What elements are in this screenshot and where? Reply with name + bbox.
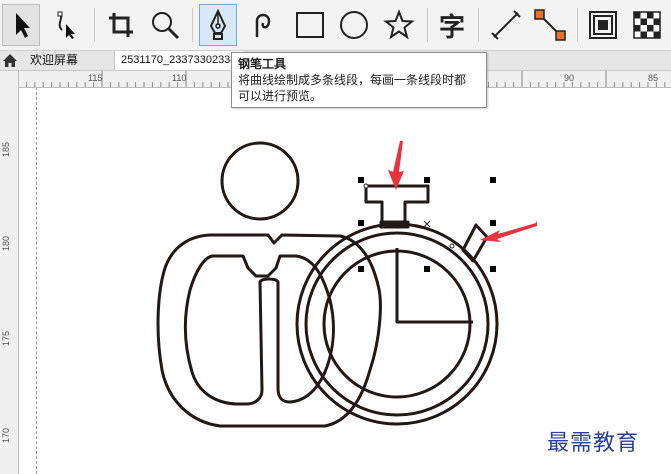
transparency-tool-icon [633,11,661,39]
pen-tool[interactable] [199,4,237,46]
star-tool-icon [383,9,415,40]
ellipse-tool-icon [340,11,368,39]
selection-handle [424,177,430,183]
crop-tool[interactable] [102,4,140,46]
connector-tool-icon [534,9,566,41]
node-marker [363,183,369,189]
selection-handle [490,266,496,272]
toolbox: 字 [0,0,671,51]
tab-document[interactable]: 2531170_23373302334 [114,51,243,70]
person-head [220,141,300,221]
tab-welcome-screen[interactable]: 欢迎屏幕 [24,51,116,70]
selection-handle [358,177,364,183]
text-tool[interactable]: 字 [433,4,471,46]
connector-tool[interactable] [531,4,569,46]
text-tool-icon: 字 [438,12,465,43]
freehand-tool[interactable] [244,4,282,46]
stopwatch-inner-ring [322,249,472,399]
home-icon[interactable] [2,53,18,68]
ruler-label: 90 [564,73,575,83]
annotation-arrows [388,141,537,242]
selection-handle [490,177,496,183]
stopwatch-outer-ring [295,222,499,426]
ruler-label: 115 [88,73,103,83]
tooltip-title: 钢笔工具 [238,57,287,71]
stopwatch-hand [395,248,473,324]
transparency-tool[interactable] [628,4,666,46]
star-tool[interactable] [380,4,418,46]
contour-tool[interactable] [584,4,622,46]
ellipse-tool[interactable] [335,4,373,46]
ruler-label: 175 [1,330,11,346]
pen-tool-tooltip: 钢笔工具 将曲线绘制成多条线段，每画一条线段时都 可以进行预览。 [231,52,487,108]
zoom-tool[interactable] [146,4,184,46]
stopwatch-side-button [461,223,489,263]
page-border [36,87,37,474]
dimension-tool-icon [491,10,521,40]
ruler-label: 85 [648,73,659,83]
dimension-tool[interactable] [487,4,525,46]
selection-handle [490,220,496,226]
tooltip-description-line1: 将曲线绘制成多条线段，每画一条线段时都 [238,73,467,87]
shape-tool[interactable] [46,4,84,46]
crop-tool-icon [109,13,133,37]
selection-center-marker [423,220,431,228]
ruler-label: 185 [1,141,11,157]
pick-tool[interactable] [2,4,40,46]
shape-tool-icon [57,11,75,39]
selection-handle [424,266,430,272]
ruler-label: 180 [1,235,11,251]
pen-tool-icon [209,9,227,40]
watermark-logo: 最需教育 [547,431,640,456]
annotation-arrow [480,220,537,242]
stopwatch-middle-ring [304,231,490,417]
rectangle-tool-icon [296,12,324,38]
zoom-tool-icon [152,12,180,40]
selection-handle [358,266,364,272]
tooltip-description-line2: 可以进行预览。 [238,89,323,103]
stopwatch-crown [364,184,430,224]
freehand-tool-icon [255,13,271,37]
contour-tool-icon [589,11,617,39]
ruler-label: 170 [1,427,11,443]
pick-tool-icon [16,13,30,38]
rectangle-tool[interactable] [291,4,329,46]
selection-handle [358,220,364,226]
annotation-arrow [388,141,404,190]
person-body-outer [156,233,382,428]
node-marker [449,243,455,249]
ruler-label: 110 [172,73,187,83]
vertical-ruler[interactable]: 185 180 175 170 [0,71,19,474]
person-body-inner-left [183,254,335,406]
